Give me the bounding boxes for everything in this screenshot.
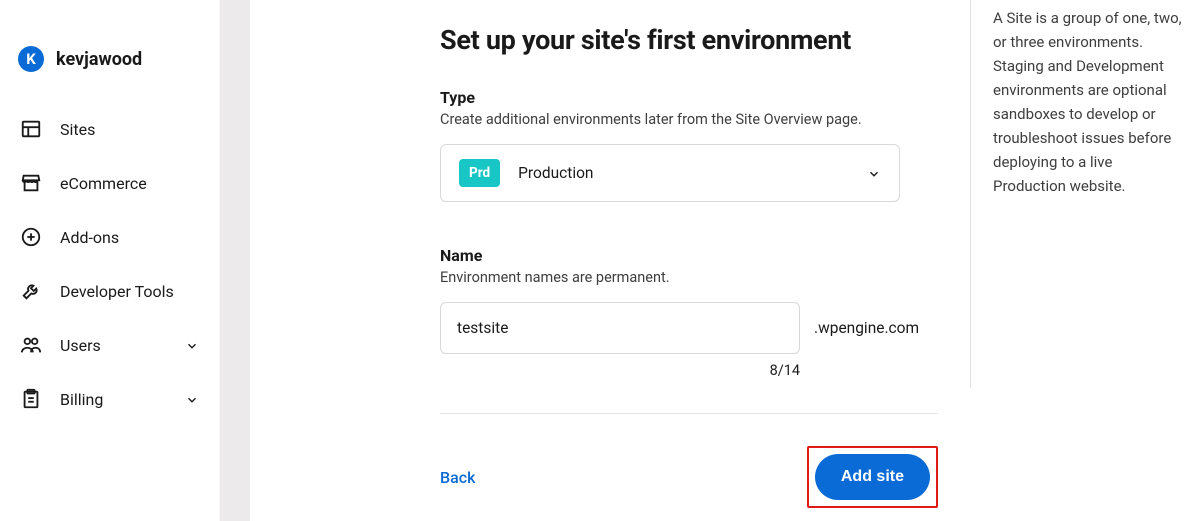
type-section: Type Create additional environments late… [440, 88, 938, 202]
footer-divider [440, 413, 938, 414]
sidebar-item-label: eCommerce [60, 174, 147, 193]
clipboard-icon [20, 388, 42, 410]
storefront-icon [20, 172, 42, 194]
page-title: Set up your site's first environment [440, 24, 938, 56]
account-switcher[interactable]: K kevjawood [12, 18, 207, 106]
plus-circle-icon [20, 226, 42, 248]
account-avatar: K [18, 46, 44, 72]
account-name: kevjawood [56, 49, 142, 70]
sidebar-item-label: Sites [60, 120, 95, 139]
form-footer: Back Add site [440, 446, 938, 508]
sidebar-item-addons[interactable]: Add-ons [12, 214, 207, 260]
chevron-down-icon [867, 166, 881, 180]
sidebar-item-label: Add-ons [60, 228, 119, 247]
char-counter: 8/14 [440, 362, 800, 379]
chevron-down-icon [185, 338, 199, 352]
environment-type-select[interactable]: Prd Production [440, 144, 900, 202]
sidebar: K kevjawood Sites eCommerce Add-on [0, 0, 220, 521]
domain-suffix: .wpengine.com [814, 319, 919, 337]
env-selected-label: Production [518, 164, 593, 182]
sidebar-nav: Sites eCommerce Add-ons Developer Tools [12, 106, 207, 422]
sidebar-item-billing[interactable]: Billing [12, 376, 207, 422]
grid-icon [20, 118, 42, 140]
chevron-down-icon [185, 392, 199, 406]
name-label: Name [440, 246, 938, 265]
users-icon [20, 334, 42, 356]
main-content: Set up your site's first environment Typ… [250, 0, 970, 521]
info-panel: A Site is a group of one, two, or three … [970, 0, 1200, 388]
sidebar-item-label: Users [60, 336, 101, 355]
back-link[interactable]: Back [440, 468, 475, 487]
layout-gutter [220, 0, 250, 521]
name-hint: Environment names are permanent. [440, 269, 938, 286]
sidebar-item-sites[interactable]: Sites [12, 106, 207, 152]
sidebar-item-ecommerce[interactable]: eCommerce [12, 160, 207, 206]
environment-name-input[interactable] [440, 302, 800, 354]
sidebar-item-users[interactable]: Users [12, 322, 207, 368]
info-text: A Site is a group of one, two, or three … [993, 6, 1186, 198]
type-label: Type [440, 88, 938, 107]
sidebar-item-devtools[interactable]: Developer Tools [12, 268, 207, 314]
wrench-icon [20, 280, 42, 302]
type-hint: Create additional environments later fro… [440, 111, 938, 128]
name-section: Name Environment names are permanent. .w… [440, 246, 938, 379]
add-site-button[interactable]: Add site [815, 454, 930, 500]
sidebar-item-label: Developer Tools [60, 282, 174, 301]
env-badge: Prd [459, 159, 500, 187]
add-site-highlight: Add site [807, 446, 938, 508]
sidebar-item-label: Billing [60, 390, 103, 409]
